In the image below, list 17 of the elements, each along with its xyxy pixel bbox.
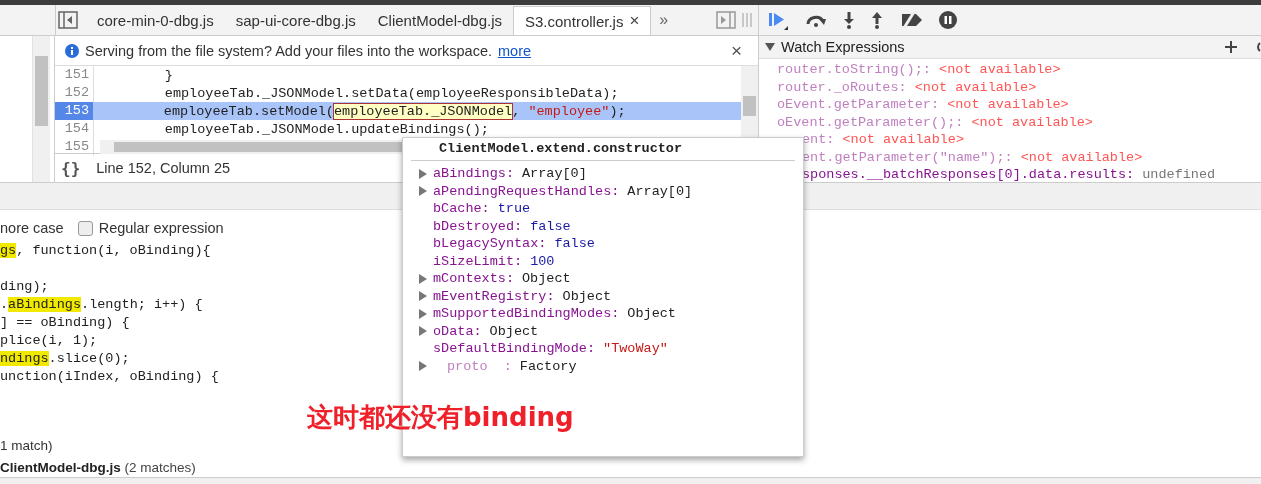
option-label: Regular expression xyxy=(98,220,224,236)
annotation-text: 这时都还没有binding xyxy=(307,401,574,434)
code-line: employeeTab._JSONModel.setData(employeeResponsibleData); xyxy=(163,85,619,101)
watch-expression: sponses.__batchResponses[0].data.results: undefined xyxy=(801,167,1217,182)
option-label: nore case xyxy=(0,220,64,236)
watch-expression: router._oRoutes: <not available> xyxy=(777,79,1038,97)
code-line: employeeTab.setModel(employeeTab._JSONModel, "employee"); xyxy=(162,103,626,119)
popover-title: ClientModel.extend.constructor xyxy=(411,138,795,161)
info-message: Serving from the file system? Add your files into the workspace. xyxy=(85,42,492,59)
cursor-position: Line 152, Column 25 xyxy=(96,160,231,176)
watch-expression: oEvent.getParameter: <not available> xyxy=(777,97,1070,114)
match-count: 1 match) xyxy=(0,438,54,455)
watch-expression: ent.getParameter("name");: <not available> xyxy=(801,149,1144,167)
watch-expression: router.toString();: <not available> xyxy=(777,62,1062,79)
code-line: } xyxy=(163,67,173,83)
code-line: employeeTab._JSONModel.updateBindings(); xyxy=(163,121,489,137)
watch-expression: oEvent.getParameter();: <not available> xyxy=(777,114,1094,132)
